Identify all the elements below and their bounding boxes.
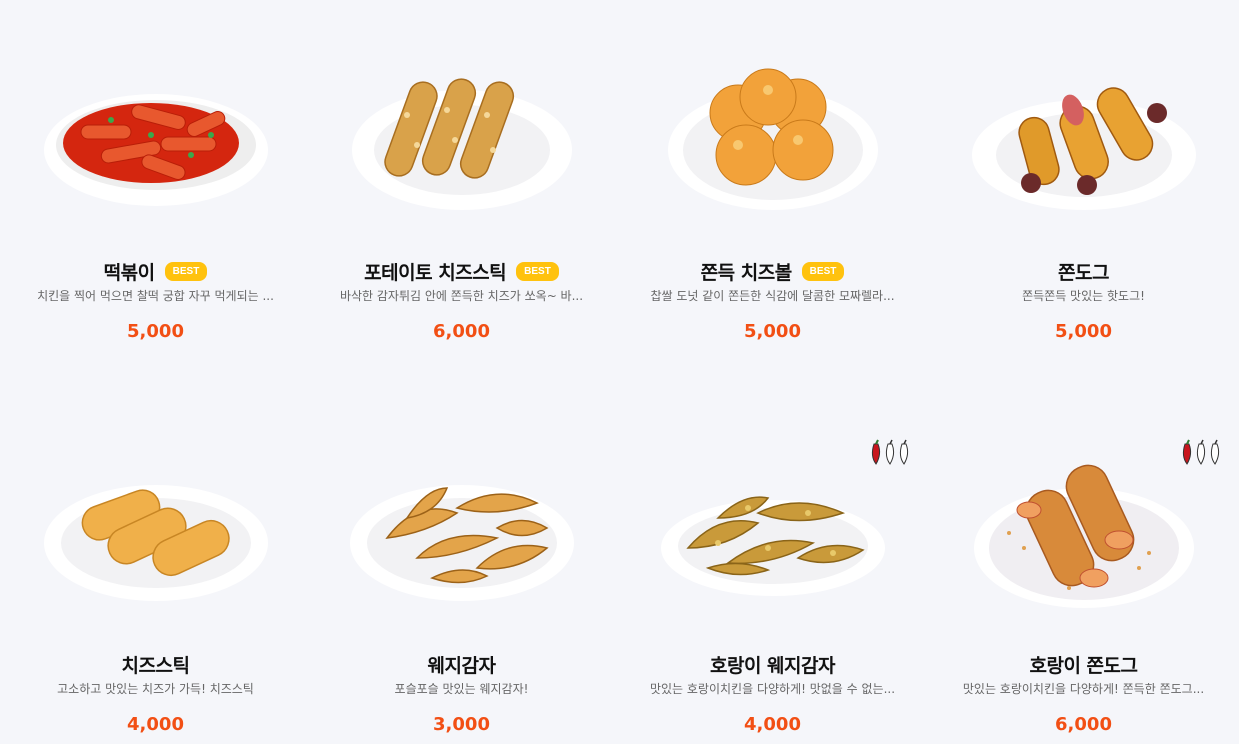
menu-name: 치즈스틱: [121, 654, 190, 677]
menu-card[interactable]: 호랑이 쫀도그 맛있는 호랑이치킨을 다양하게! 쫀득한 쫀도그... 6,00…: [928, 438, 1239, 735]
best-badge: BEST: [801, 261, 845, 281]
menu-image[interactable]: [617, 45, 928, 235]
menu-card[interactable]: 쫀도그 쫀득쫀득 맛있는 핫도그! 5,000: [928, 45, 1239, 342]
menu-price: 5,000: [127, 321, 184, 342]
spicy-pepper-icon: [871, 439, 909, 465]
menu-description: 맛있는 호랑이치킨을 다양하게! 쫀득한 쫀도그...: [962, 682, 1205, 696]
menu-name: 떡볶이: [103, 261, 155, 284]
potato-cheese-stick-icon: [351, 78, 572, 210]
menu-price: 6,000: [1055, 714, 1112, 735]
spicy-pepper-icon: [1182, 439, 1220, 465]
menu-image[interactable]: [617, 438, 928, 628]
best-badge: BEST: [164, 261, 208, 281]
wedge-potato-icon: [349, 485, 574, 601]
menu-name: 쫀도그: [1058, 261, 1109, 284]
menu-name: 포테이토 치즈스틱: [364, 261, 507, 284]
menu-price: 5,000: [744, 321, 801, 342]
menu-image[interactable]: [306, 438, 617, 628]
menu-image[interactable]: [928, 45, 1239, 235]
menu-card[interactable]: 떡볶이 BEST 치킨을 찍어 먹으면 찰떡 궁합 자꾸 먹게되는 ... 5,…: [0, 45, 311, 342]
tiger-wedge-potato-icon: [660, 496, 885, 596]
menu-grid: 떡볶이 BEST 치킨을 찍어 먹으면 찰떡 궁합 자꾸 먹게되는 ... 5,…: [0, 0, 1239, 744]
menu-name: 호랑이 웨지감자: [710, 654, 835, 677]
menu-card[interactable]: 웨지감자 포슬포슬 맛있는 웨지감자! 3,000: [306, 438, 617, 735]
menu-description: 바삭한 감자튀김 안에 쫀득한 치즈가 쏘옥~ 바...: [339, 289, 584, 303]
cheese-ball-icon: [667, 68, 878, 210]
menu-card[interactable]: 포테이토 치즈스틱 BEST 바삭한 감자튀김 안에 쫀득한 치즈가 쏘옥~ 바…: [306, 45, 617, 342]
menu-price: 4,000: [744, 714, 801, 735]
menu-price: 5,000: [1055, 321, 1112, 342]
cheese-stick-icon: [43, 485, 268, 601]
menu-description: 치킨을 찍어 먹으면 찰떡 궁합 자꾸 먹게되는 ...: [37, 289, 274, 303]
menu-price: 4,000: [127, 714, 184, 735]
menu-image[interactable]: [928, 438, 1239, 628]
menu-card[interactable]: 쫀득 치즈볼 BEST 찹쌀 도넛 같이 쫀든한 식감에 달콤한 모짜렐라...…: [617, 45, 928, 342]
menu-name: 호랑이 쫀도그: [1029, 654, 1139, 677]
menu-card[interactable]: 호랑이 웨지감자 맛있는 호랑이치킨을 다양하게! 맛없을 수 없는... 4,…: [617, 438, 928, 735]
menu-image[interactable]: [306, 45, 617, 235]
menu-name: 쫀득 치즈볼: [700, 261, 793, 284]
menu-name: 웨지감자: [427, 654, 496, 677]
menu-description: 포슬포슬 맛있는 웨지감자!: [394, 682, 529, 696]
menu-description: 맛있는 호랑이치킨을 다양하게! 맛없을 수 없는...: [649, 682, 896, 696]
menu-description: 쫀득쫀득 맛있는 핫도그!: [1022, 289, 1145, 303]
menu-price: 3,000: [433, 714, 490, 735]
menu-description: 찹쌀 도넛 같이 쫀든한 식감에 달콤한 모짜렐라...: [650, 289, 895, 303]
corn-dog-icon: [971, 87, 1196, 210]
tiger-corn-dog-icon: [973, 464, 1194, 608]
best-badge: BEST: [516, 261, 559, 281]
menu-description: 고소하고 맛있는 치즈가 가득! 치즈스틱: [57, 682, 254, 696]
menu-card[interactable]: 치즈스틱 고소하고 맛있는 치즈가 가득! 치즈스틱 4,000: [0, 438, 311, 735]
tteokbokki-icon: [43, 94, 268, 206]
menu-image[interactable]: [0, 438, 311, 628]
menu-image[interactable]: [0, 45, 311, 235]
menu-price: 6,000: [433, 321, 490, 342]
